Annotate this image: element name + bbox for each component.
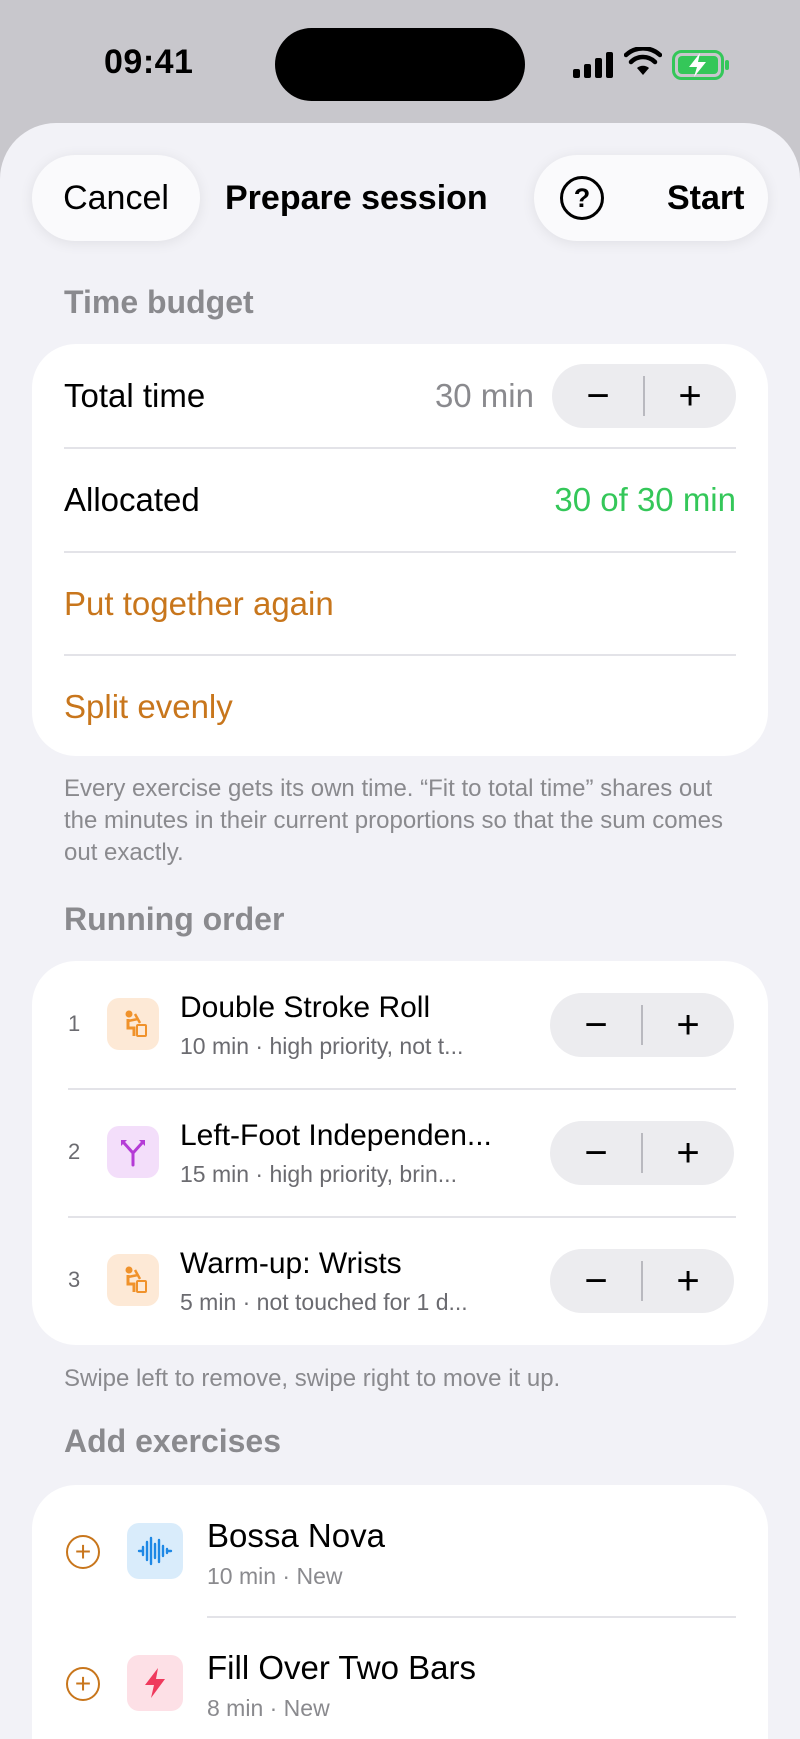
bolt-icon <box>127 1655 183 1711</box>
stepper-divider <box>641 1133 643 1173</box>
stepper-divider <box>641 1261 643 1301</box>
exercise-subtitle: 10 min · high priority, not t... <box>180 1033 464 1059</box>
exercise-subtitle: 15 min · high priority, brin... <box>180 1161 457 1187</box>
total-time-label: Total time <box>64 377 206 414</box>
exercise-subtitle: 10 min · New <box>207 1563 343 1589</box>
decrement-button[interactable]: − <box>550 1249 642 1313</box>
allocated-value: 30 of 30 min <box>554 481 736 518</box>
add-circle-icon[interactable]: + <box>66 1535 100 1569</box>
stepper-divider <box>643 376 645 416</box>
page-title: Prepare session <box>225 179 488 217</box>
exercise-title: Fill Over Two Bars <box>207 1649 476 1686</box>
help-icon[interactable]: ? <box>560 176 604 220</box>
time-budget-card: Total time 30 min − + Allocated 30 of 30… <box>32 344 768 756</box>
status-bar: 09:41 <box>0 0 800 124</box>
increment-button[interactable]: + <box>642 1249 734 1313</box>
list-item[interactable]: 1 Double Stroke Roll 10 min · high prior… <box>32 961 768 1089</box>
add-exercises-card: + Bossa Nova 10 min · New + Fill Over Tw… <box>32 1485 768 1739</box>
exercise-subtitle: 8 min · New <box>207 1695 330 1721</box>
cancel-button[interactable]: Cancel <box>32 155 200 241</box>
allocated-label: Allocated <box>64 481 200 518</box>
exercise-title: Bossa Nova <box>207 1517 385 1554</box>
total-time-stepper: − + <box>552 364 736 428</box>
start-button[interactable]: Start <box>667 179 744 218</box>
add-exercises-header: Add exercises <box>64 1423 282 1459</box>
exercise-title: Double Stroke Roll <box>180 991 431 1024</box>
status-time: 09:41 <box>104 43 194 81</box>
split-evenly-button[interactable]: Split evenly <box>64 655 736 759</box>
decrement-button[interactable]: − <box>550 993 642 1057</box>
list-item[interactable]: 3 Warm-up: Wrists 5 min · not touched fo… <box>32 1217 768 1345</box>
nav-actions: ? Start <box>534 155 768 241</box>
running-order-header: Running order <box>64 901 285 937</box>
waveform-icon <box>127 1523 183 1579</box>
allocated-row: Allocated 30 of 30 min <box>64 448 736 552</box>
total-time-row: Total time 30 min − + <box>64 344 736 448</box>
running-order-footnote: Swipe left to remove, swipe right to mov… <box>64 1365 561 1392</box>
increment-button[interactable]: + <box>644 364 736 428</box>
decrement-button[interactable]: − <box>550 1121 642 1185</box>
put-together-again-button[interactable]: Put together again <box>64 552 736 656</box>
exercise-title: Left-Foot Independen... <box>180 1119 492 1152</box>
list-item[interactable]: 2 Left-Foot Independen... 15 min · high … <box>32 1089 768 1217</box>
cellular-signal-icon <box>573 52 613 78</box>
battery-charging-icon <box>672 50 729 80</box>
duration-stepper: − + <box>550 993 734 1057</box>
wifi-icon <box>624 47 662 75</box>
drummer-icon <box>107 998 159 1050</box>
dynamic-island <box>275 28 525 101</box>
order-number: 3 <box>68 1267 81 1292</box>
exercise-title: Warm-up: Wrists <box>180 1247 402 1280</box>
split-arrows-icon <box>107 1126 159 1178</box>
drummer-icon <box>107 1254 159 1306</box>
running-order-card: 1 Double Stroke Roll 10 min · high prior… <box>32 961 768 1345</box>
order-number: 2 <box>68 1139 81 1164</box>
order-number: 1 <box>68 1011 81 1036</box>
total-time-value: 30 min <box>434 377 534 414</box>
duration-stepper: − + <box>550 1249 734 1313</box>
list-item[interactable]: + Bossa Nova 10 min · New <box>32 1485 768 1617</box>
time-budget-header: Time budget <box>64 284 254 320</box>
exercise-subtitle: 5 min · not touched for 1 d... <box>180 1289 468 1315</box>
stepper-divider <box>641 1005 643 1045</box>
time-budget-footnote: Every exercise gets its own time. “Fit t… <box>64 775 723 866</box>
session-sheet: Cancel Prepare session ? Start Time budg… <box>0 123 800 1739</box>
decrement-button[interactable]: − <box>552 364 644 428</box>
list-item[interactable]: + Fill Over Two Bars 8 min · New <box>32 1617 768 1739</box>
increment-button[interactable]: + <box>642 993 734 1057</box>
add-circle-icon[interactable]: + <box>66 1667 100 1701</box>
increment-button[interactable]: + <box>642 1121 734 1185</box>
duration-stepper: − + <box>550 1121 734 1185</box>
